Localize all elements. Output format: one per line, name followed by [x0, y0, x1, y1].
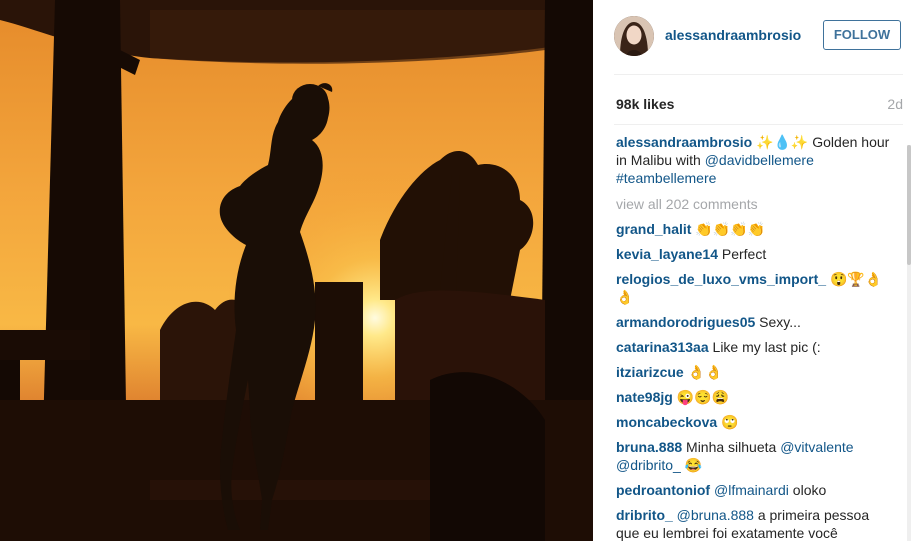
- likes-count[interactable]: 98k likes: [616, 96, 674, 112]
- comment-text: 👌👌: [683, 364, 723, 380]
- sunset-silhouette-image: [0, 0, 593, 541]
- comment-username-link[interactable]: itziarizcue: [616, 364, 684, 380]
- comment-username-link[interactable]: bruna.888: [616, 439, 682, 455]
- comment-username-link[interactable]: grand_halit: [616, 221, 691, 237]
- comments-scrollbar-thumb[interactable]: [907, 145, 911, 265]
- comment-text: 😂: [680, 457, 703, 473]
- comment-row: moncabeckova 🙄: [616, 413, 891, 431]
- caption-hashtag-link[interactable]: #teambellemere: [616, 170, 716, 186]
- comment-username-link[interactable]: pedroantoniof: [616, 482, 710, 498]
- post-side-panel: alessandraambrosio FOLLOW 98k likes 2d a…: [593, 0, 913, 541]
- comment-text: Sexy...: [755, 314, 801, 330]
- post-username-link[interactable]: alessandraambrosio: [665, 27, 801, 43]
- comments-scrollbar[interactable]: [907, 145, 911, 541]
- comment-username-link[interactable]: nate98jg: [616, 389, 673, 405]
- header-divider: [614, 74, 903, 75]
- comment-mention-link[interactable]: @dribrito_: [616, 457, 681, 473]
- comment-row: bruna.888 Minha silhueta @vitvalente @dr…: [616, 438, 891, 474]
- caption-emoji: ✨💧✨: [756, 134, 809, 150]
- comment-text: Perfect: [717, 246, 767, 262]
- comment-mention-link[interactable]: @lfmainardi: [714, 482, 789, 498]
- comment-mention-link[interactable]: @bruna.888: [677, 507, 754, 523]
- likes-divider: [614, 124, 903, 125]
- comment-username-link[interactable]: kevia_layane14: [616, 246, 718, 262]
- comment-row: pedroantoniof @lfmainardi oloko: [616, 481, 891, 499]
- comment-row: catarina313aa Like my last pic (:: [616, 338, 891, 356]
- caption-mention-link[interactable]: @davidbellemere: [705, 152, 814, 168]
- comment-username-link[interactable]: armandorodrigues05: [616, 314, 755, 330]
- comment-row: nate98jg 😜😌😩: [616, 388, 891, 406]
- comment-text: Minha silhueta: [682, 439, 781, 455]
- post-photo[interactable]: [0, 0, 593, 541]
- comment-row: itziarizcue 👌👌: [616, 363, 891, 381]
- comment-text: 😜😌😩: [672, 389, 729, 405]
- comment-username-link[interactable]: dribrito_: [616, 507, 673, 523]
- comment-username-link[interactable]: relogios_de_luxo_vms_import_: [616, 271, 826, 287]
- view-all-comments-link[interactable]: view all 202 comments: [616, 195, 891, 213]
- comment-mention-link[interactable]: @vitvalente: [780, 439, 853, 455]
- comment-text: oloko: [788, 482, 827, 498]
- comments-list: alessandraambrosio ✨💧✨ Golden hour in Ma…: [616, 133, 891, 541]
- follow-button[interactable]: FOLLOW: [823, 20, 901, 50]
- comment-text: Like my last pic (:: [708, 339, 821, 355]
- comment-username-link[interactable]: catarina313aa: [616, 339, 709, 355]
- comment-row: kevia_layane14 Perfect: [616, 245, 891, 263]
- comment-row: dribrito_ @bruna.888 a primeira pessoa q…: [616, 506, 891, 541]
- avatar-photo-icon: [614, 16, 654, 56]
- comment-row: relogios_de_luxo_vms_import_ 😲🏆👌 👌: [616, 270, 891, 306]
- instagram-post-view: alessandraambrosio FOLLOW 98k likes 2d a…: [0, 0, 913, 541]
- comment-text: 👏👏👏👏: [691, 221, 766, 237]
- comment-text: 🙄: [717, 414, 739, 430]
- post-age[interactable]: 2d: [887, 96, 903, 112]
- comment-row: armandorodrigues05 Sexy...: [616, 313, 891, 331]
- comment-row: grand_halit 👏👏👏👏: [616, 220, 891, 238]
- caption: alessandraambrosio ✨💧✨ Golden hour in Ma…: [616, 133, 891, 187]
- comment-username-link[interactable]: moncabeckova: [616, 414, 717, 430]
- avatar[interactable]: [614, 16, 654, 56]
- comment-rows: grand_halit 👏👏👏👏 kevia_layane14 Perfect re…: [616, 220, 891, 541]
- caption-username-link[interactable]: alessandraambrosio: [616, 134, 752, 150]
- post-header: alessandraambrosio FOLLOW: [593, 0, 913, 74]
